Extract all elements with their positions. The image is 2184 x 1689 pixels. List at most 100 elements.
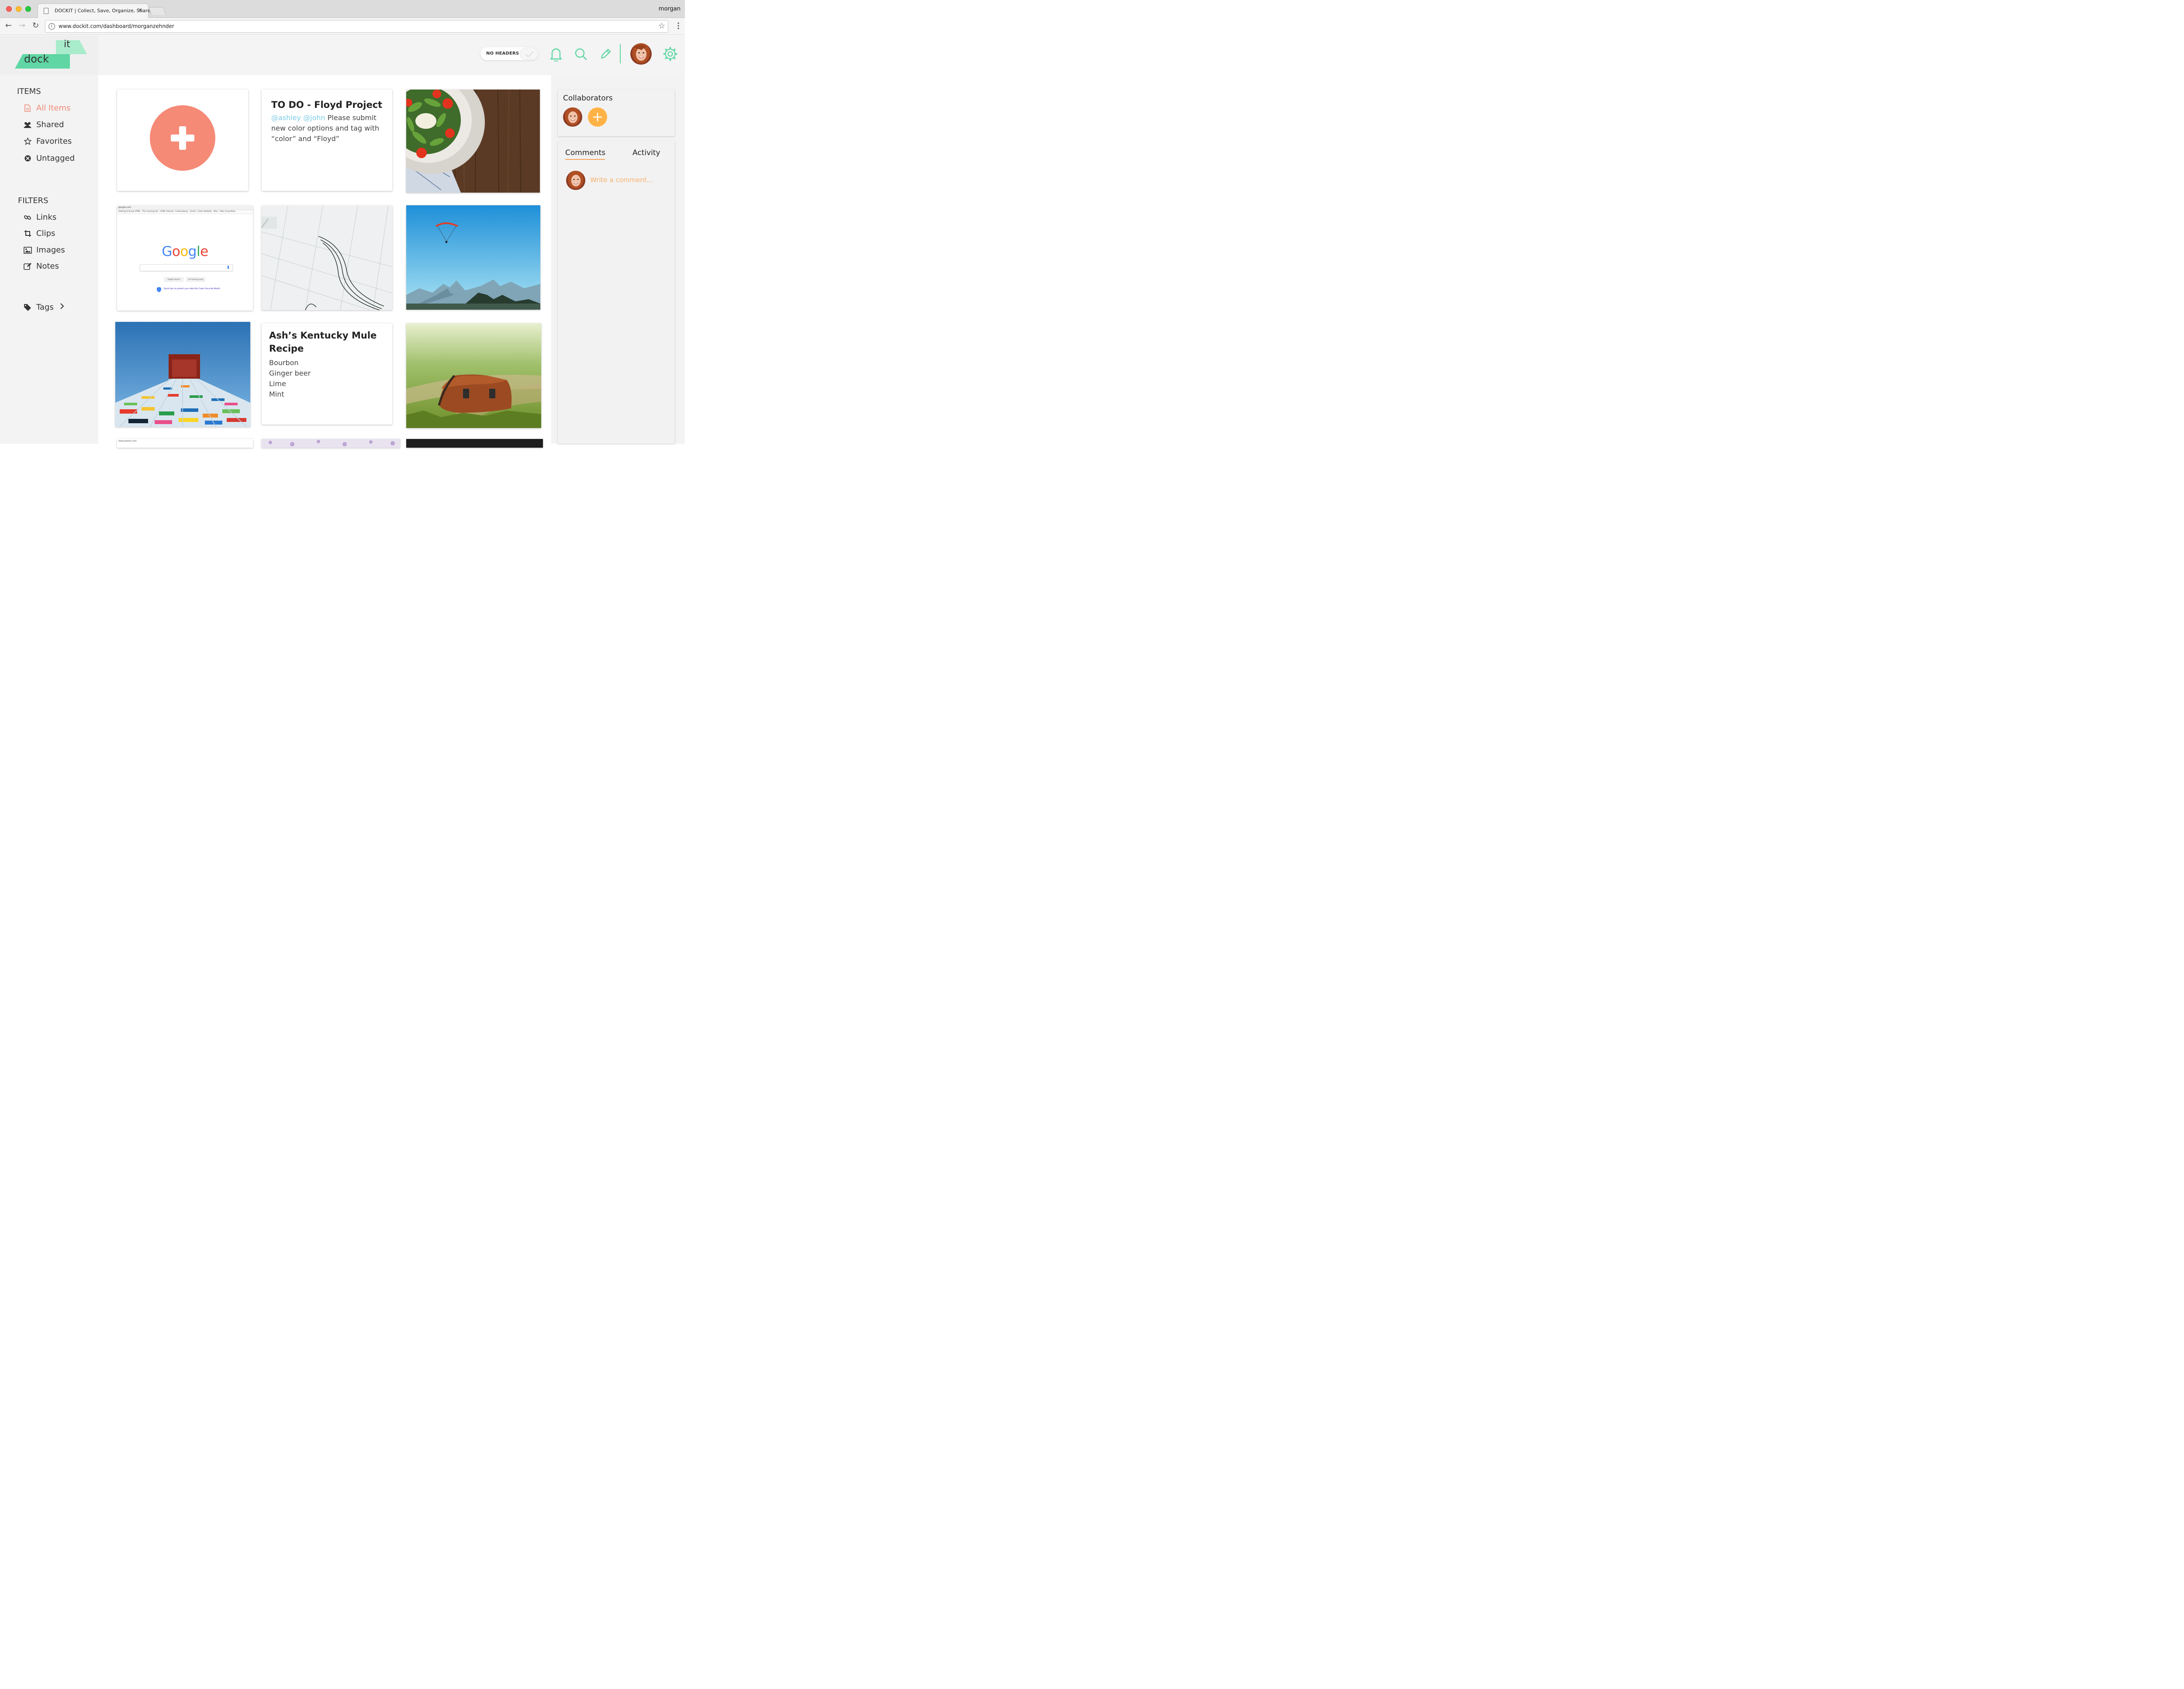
clip-card-google[interactable]: google.com Getting to Know HTML · The mi…: [117, 206, 253, 311]
feeling-lucky-button: I'm Feeling Lucky: [186, 277, 205, 282]
collaborators-title: Collaborators: [563, 94, 613, 103]
user-avatar[interactable]: [630, 43, 652, 65]
filter-clips[interactable]: Clips: [23, 229, 55, 238]
bell-icon[interactable]: [550, 47, 562, 62]
google-search-button: Google Search: [164, 277, 183, 282]
bookmark-star-icon[interactable]: ☆: [658, 21, 665, 31]
browser-profile-name[interactable]: morgan: [659, 6, 681, 12]
tab-title: DOCKIT | Collect, Save, Organize, Share: [55, 8, 151, 14]
clip-bookmarks-bar: Getting to Know HTML · The missing link …: [117, 210, 253, 214]
search-icon[interactable]: [574, 48, 587, 61]
filter-links[interactable]: Links: [23, 213, 56, 222]
image-card-paraglider[interactable]: [406, 205, 540, 310]
items-heading: ITEMS: [17, 87, 41, 96]
filter-images[interactable]: Images: [23, 245, 65, 255]
link-icon: [23, 213, 32, 222]
add-button[interactable]: [117, 90, 248, 191]
no-headers-toggle[interactable]: NO HEADERS: [480, 47, 539, 60]
note-card-recipe[interactable]: Ash’s Kentucky Mule Recipe Bourbon Ginge…: [262, 323, 392, 425]
sidebar: [0, 75, 98, 444]
settings-icon[interactable]: [663, 47, 677, 61]
ingredient-item: Bourbon: [269, 359, 299, 367]
salad-photo: [406, 90, 540, 193]
paraglider-photo: [406, 205, 540, 310]
note-title: TO DO - Floyd Project: [271, 100, 383, 110]
pencil-icon[interactable]: [600, 48, 612, 60]
ingredient-item: Lime: [269, 380, 286, 388]
add-collaborator-button[interactable]: [588, 107, 607, 127]
url-text[interactable]: www.dockit.com/dashboard/morganzehnder: [59, 23, 174, 29]
flowers-photo: [262, 439, 400, 448]
back-arrow-icon[interactable]: ←: [5, 21, 12, 30]
tags-label: Tags: [36, 303, 54, 312]
mention-john[interactable]: @john: [303, 114, 325, 122]
clip-url-bar: google.com: [117, 206, 253, 210]
chevron-right-icon[interactable]: [60, 303, 64, 312]
untagged-icon: [23, 154, 32, 163]
logo-it-text: it: [64, 39, 70, 50]
filter-label: Links: [36, 213, 57, 222]
filter-label: Images: [36, 245, 65, 255]
filters-heading: FILTERS: [18, 196, 48, 205]
edit-note-icon: [23, 262, 32, 271]
reload-icon[interactable]: ↻: [32, 21, 39, 30]
image-card-salad[interactable]: [406, 90, 540, 193]
tab-close-icon[interactable]: ×: [137, 6, 143, 14]
comments-activity-card: Comments Activity: [558, 141, 675, 444]
close-window-button[interactable]: [6, 6, 12, 12]
sidebar-item-label: Shared: [36, 120, 64, 129]
check-icon: [525, 51, 534, 58]
filter-label: Clips: [36, 229, 55, 238]
browser-menu-icon[interactable]: [677, 22, 680, 30]
bag-photo: [406, 323, 541, 428]
image-card-flowers[interactable]: [262, 439, 400, 448]
add-item-card[interactable]: [117, 90, 248, 191]
mention-ashley[interactable]: @ashley: [271, 114, 301, 122]
google-search-box: [140, 264, 233, 271]
minimize-window-button[interactable]: [16, 6, 21, 12]
sketch-photo: [262, 206, 392, 310]
info-icon[interactable]: i: [48, 23, 55, 30]
collaborators-card: Collaborators: [558, 90, 675, 136]
toggle-knob[interactable]: [520, 48, 538, 60]
users-icon: [23, 121, 32, 129]
shield-icon: [157, 287, 161, 292]
browser-tab[interactable]: DOCKIT | Collect, Save, Organize, Share …: [38, 3, 151, 18]
image-card-building[interactable]: [115, 322, 250, 427]
maximize-window-button[interactable]: [25, 6, 31, 12]
crop-icon: [23, 229, 32, 238]
sidebar-item-favorites[interactable]: Favorites: [23, 137, 72, 146]
sidebar-item-all-items[interactable]: All Items: [23, 104, 70, 113]
comment-input[interactable]: [589, 175, 670, 185]
forward-arrow-icon[interactable]: →: [19, 21, 25, 30]
clip-card-pexels[interactable]: www.pexels.com: [117, 439, 253, 448]
logo-dock-text: dock: [24, 53, 49, 65]
document-icon: [44, 8, 48, 14]
toggle-label: NO HEADERS: [486, 51, 519, 56]
ingredient-list: Bourbon Ginger beer Lime Mint: [269, 358, 387, 400]
image-card-bag[interactable]: [406, 323, 541, 428]
building-photo: [115, 322, 250, 427]
security-tip: Quick tips to protect your data this Cyb…: [164, 288, 220, 290]
address-bar[interactable]: i www.dockit.com/dashboard/morganzehnder…: [45, 20, 668, 33]
commenter-avatar: [566, 171, 585, 190]
new-tab-button[interactable]: [148, 7, 166, 15]
sidebar-item-shared[interactable]: Shared: [23, 120, 64, 129]
image-card-dark[interactable]: [406, 439, 543, 448]
sidebar-item-untagged[interactable]: Untagged: [23, 154, 75, 163]
active-tab-underline: [565, 159, 605, 160]
tab-comments[interactable]: Comments: [565, 149, 605, 157]
tab-activity[interactable]: Activity: [632, 149, 660, 157]
collaborator-avatar[interactable]: [563, 107, 582, 127]
filter-label: Notes: [36, 262, 59, 271]
note-card-todo[interactable]: TO DO - Floyd Project @ashley @john Plea…: [262, 90, 392, 191]
clip-url-bar: www.pexels.com: [118, 440, 137, 442]
tags-item[interactable]: Tags: [23, 303, 64, 312]
filter-notes[interactable]: Notes: [23, 262, 59, 271]
tag-icon: [23, 303, 32, 312]
ingredient-item: Mint: [269, 390, 284, 398]
sidebar-item-label: Untagged: [36, 154, 75, 163]
note-title: Ash’s Kentucky Mule Recipe: [269, 330, 377, 354]
image-card-sketch[interactable]: [262, 206, 392, 310]
sidebar-item-label: All Items: [36, 104, 71, 113]
